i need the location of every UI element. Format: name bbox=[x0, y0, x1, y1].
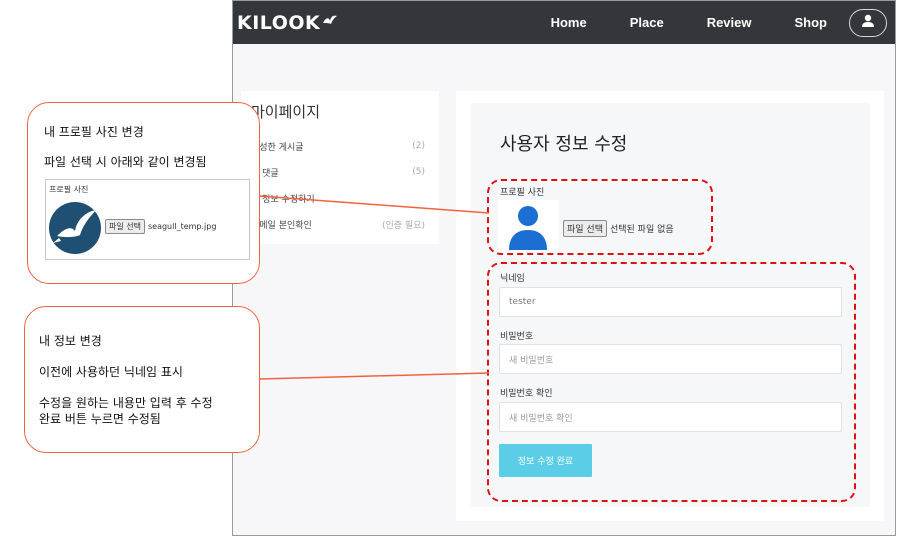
example-upload: 프로필 사진 파일 선택 seagull_temp.jpg bbox=[45, 179, 250, 260]
callout-info-line2: 이전에 사용하던 닉네임 표시 bbox=[39, 365, 183, 379]
example-label: 프로필 사진 bbox=[49, 185, 89, 194]
callout-info-line3: 수정을 원하는 내용만 입력 후 수정 bbox=[39, 396, 213, 410]
example-choose-file-button: 파일 선택 bbox=[105, 219, 145, 234]
connector-info bbox=[259, 372, 490, 380]
example-filename: seagull_temp.jpg bbox=[147, 222, 217, 231]
callout-photo: 내 프로필 사진 변경 파일 선택 시 아래와 같이 변경됨 프로필 사진 파일… bbox=[27, 102, 260, 284]
connector-photo bbox=[258, 195, 490, 214]
callout-photo-line1: 내 프로필 사진 변경 bbox=[44, 125, 144, 139]
callout-photo-line2: 파일 선택 시 아래와 같이 변경됨 bbox=[44, 155, 207, 169]
callout-info-line4: 완료 버튼 누르면 수정됨 bbox=[39, 412, 161, 426]
callout-info: 내 정보 변경 이전에 사용하던 닉네임 표시 수정을 원하는 내용만 입력 후… bbox=[24, 306, 260, 453]
seagull-image bbox=[49, 198, 101, 258]
callout-info-line1: 내 정보 변경 bbox=[39, 334, 102, 348]
example-file-picker: 파일 선택 seagull_temp.jpg bbox=[105, 219, 216, 234]
